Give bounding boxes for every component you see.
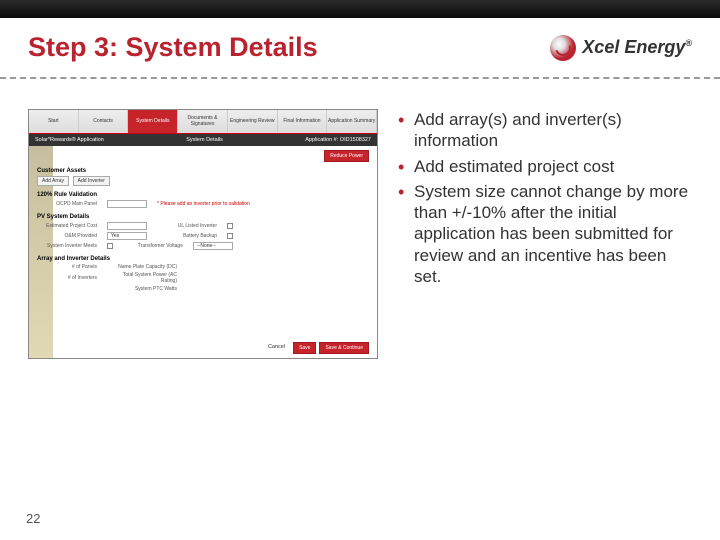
ocpd-row: OCPD Main Panel * Please add an inverter… xyxy=(37,200,369,208)
tab-final: Final Information xyxy=(278,110,328,133)
xcel-logo-text: Xcel Energy® xyxy=(582,37,692,58)
tab-engineering: Engineering Review xyxy=(228,110,278,133)
checkbox-icon xyxy=(227,233,233,239)
bullet-item: Add array(s) and inverter(s) information xyxy=(396,109,692,152)
add-array-button: Add Array xyxy=(37,176,69,186)
bullet-item: Add estimated project cost xyxy=(396,156,692,177)
content-row: Start Contacts System Details Documents … xyxy=(0,109,720,359)
cancel-button: Cancel xyxy=(263,342,290,354)
title-row: Step 3: System Details Xcel Energy® xyxy=(0,18,720,73)
bullet-list: Add array(s) and inverter(s) information… xyxy=(396,109,692,359)
tab-summary: Application Summary xyxy=(327,110,377,133)
mini-breadcrumb: Solar*Rewards® Application System Detail… xyxy=(29,134,377,146)
reduce-power-button: Reduce Power xyxy=(324,150,369,162)
mini-footer: Cancel Save Save & Continue xyxy=(263,342,369,354)
breadcrumb-mid: System Details xyxy=(186,137,223,143)
section-pv-details: PV System Details xyxy=(37,214,369,220)
embedded-screenshot: Start Contacts System Details Documents … xyxy=(28,109,378,359)
section-120-rule: 120% Rule Validation xyxy=(37,192,369,198)
tab-start: Start xyxy=(29,110,79,133)
checkbox-icon xyxy=(107,243,113,249)
breadcrumb-right: Application #: OID1508327 xyxy=(305,137,371,143)
checkbox-icon xyxy=(227,223,233,229)
mini-body: Reduce Power Customer Assets Add Array A… xyxy=(29,146,377,298)
tab-contacts: Contacts xyxy=(79,110,129,133)
dashed-divider xyxy=(0,77,720,79)
save-button: Save xyxy=(293,342,316,354)
bullet-item: System size cannot change by more than +… xyxy=(396,181,692,287)
section-customer-assets: Customer Assets xyxy=(37,168,369,174)
header-bar xyxy=(0,0,720,18)
tab-documents: Documents & Signatures xyxy=(178,110,228,133)
xcel-logo-icon xyxy=(550,35,576,61)
page-number: 22 xyxy=(26,511,40,526)
save-continue-button: Save & Continue xyxy=(319,342,369,354)
mini-tabs: Start Contacts System Details Documents … xyxy=(29,110,377,134)
breadcrumb-left: Solar*Rewards® Application xyxy=(35,137,104,143)
xcel-logo: Xcel Energy® xyxy=(550,35,692,61)
section-array-inverter: Array and Inverter Details xyxy=(37,256,369,262)
slide-title: Step 3: System Details xyxy=(28,32,318,63)
add-inverter-button: Add Inverter xyxy=(73,176,110,186)
tab-system-details: System Details xyxy=(128,110,178,133)
